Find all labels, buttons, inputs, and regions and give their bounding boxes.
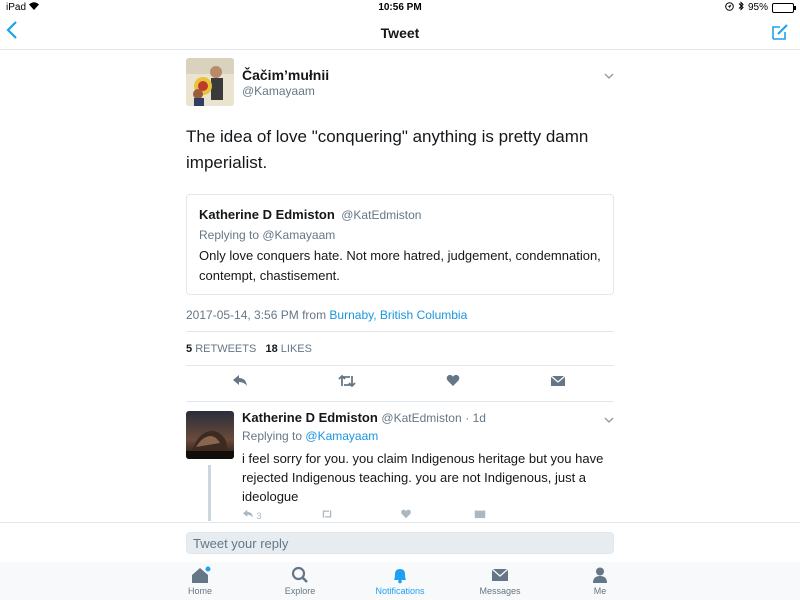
tab-label: Explore xyxy=(284,586,316,596)
compose-button[interactable] xyxy=(770,22,790,47)
person-icon xyxy=(593,567,607,583)
reply-button[interactable] xyxy=(232,374,248,393)
quoted-text: Only love conquers hate. Not more hatred… xyxy=(199,248,601,283)
reply-options-button[interactable] xyxy=(604,414,614,426)
chevron-down-icon xyxy=(604,417,614,423)
reply-author: Katherine D Edmiston @KatEdmiston · 1d xyxy=(242,410,486,425)
battery-icon xyxy=(772,2,796,13)
tweet-stats: 5 RETWEETS 18 LIKES xyxy=(186,343,312,355)
thread-line xyxy=(208,465,211,521)
status-time: 10:56 PM xyxy=(378,2,422,13)
status-bar: iPad 10:56 PM 95% xyxy=(0,0,800,16)
reply-icon xyxy=(233,375,247,386)
tweet-options-button[interactable] xyxy=(604,70,614,82)
battery-percent: 95% xyxy=(747,2,768,13)
reply-icon xyxy=(243,509,253,518)
retweet-icon xyxy=(322,510,332,518)
tab-label: Notifications xyxy=(375,586,425,596)
reply-input[interactable]: Tweet your reply xyxy=(186,532,614,554)
heart-icon xyxy=(446,374,460,386)
reply-avatar[interactable] xyxy=(186,411,234,459)
tweet-actions xyxy=(186,374,614,394)
divider xyxy=(186,401,614,402)
reply-age: · 1d xyxy=(465,411,486,425)
likes-stat[interactable]: 18 LIKES xyxy=(265,343,312,355)
tweet-location-link[interactable]: Burnaby, British Columbia xyxy=(329,308,467,322)
author-handle[interactable]: @Kamayaam xyxy=(242,84,315,98)
chevron-down-icon xyxy=(604,73,614,79)
avatar[interactable] xyxy=(186,58,234,106)
tab-notifications[interactable]: Notifications xyxy=(360,566,440,596)
tweet-timestamp: 2017-05-14, 3:56 PM from xyxy=(186,308,327,322)
reply-actions: 3 xyxy=(242,509,614,521)
bluetooth-icon xyxy=(738,1,744,14)
reply-reply-button[interactable]: 3 xyxy=(242,509,262,521)
tab-label: Home xyxy=(187,586,212,596)
search-icon xyxy=(291,566,308,583)
quoted-author-name: Katherine D Edmiston xyxy=(199,207,335,222)
bell-icon xyxy=(394,569,406,584)
quoted-author-handle: @KatEdmiston xyxy=(341,208,422,222)
envelope-icon xyxy=(474,510,486,519)
tab-label: Me xyxy=(593,586,607,596)
envelope-icon xyxy=(491,568,509,581)
compose-icon xyxy=(772,24,788,40)
tab-explore[interactable]: Explore xyxy=(260,566,340,596)
tab-label: Messages xyxy=(479,586,521,596)
tab-home[interactable]: Home xyxy=(160,566,240,596)
reply-like-button[interactable] xyxy=(400,509,412,521)
quoted-tweet[interactable]: Katherine D Edmiston @KatEdmiston Replyi… xyxy=(186,194,614,295)
location-icon xyxy=(725,1,734,14)
tab-messages[interactable]: Messages xyxy=(460,566,540,596)
direct-message-button[interactable] xyxy=(550,374,566,392)
replying-to-link[interactable]: @Kamayaam xyxy=(305,429,378,443)
divider xyxy=(186,365,614,366)
heart-icon xyxy=(401,509,411,519)
tweet-text: The idea of love "conquering" anything i… xyxy=(186,127,589,172)
envelope-icon xyxy=(550,375,566,386)
quoted-replying-to: Replying to @Kamayaam xyxy=(199,228,336,242)
reply-count: 3 xyxy=(256,511,262,521)
reply-author-handle[interactable]: @KatEdmiston xyxy=(381,411,461,425)
like-button[interactable] xyxy=(446,374,460,392)
reply-text: i feel sorry for you. you claim Indigeno… xyxy=(242,451,604,504)
retweet-icon xyxy=(338,374,356,388)
reply-message-button[interactable] xyxy=(474,509,486,521)
tab-me[interactable]: Me xyxy=(560,566,640,596)
retweet-button[interactable] xyxy=(338,374,356,393)
tweet-meta: 2017-05-14, 3:56 PM from Burnaby, Britis… xyxy=(186,308,467,322)
tab-bar: Home Explore Notifications Messages Me xyxy=(0,562,800,600)
divider xyxy=(186,331,614,332)
author-name[interactable]: Čačim’mułnii xyxy=(242,67,329,83)
nav-bar: Tweet xyxy=(0,16,800,50)
reply-author-name[interactable]: Katherine D Edmiston xyxy=(242,410,378,425)
reply-compose-bar: Tweet your reply xyxy=(0,522,800,562)
page-title: Tweet xyxy=(380,25,420,41)
status-right: 95% xyxy=(725,1,796,14)
reply-retweet-button[interactable] xyxy=(320,509,334,521)
retweets-stat[interactable]: 5 RETWEETS xyxy=(186,343,256,355)
home-icon xyxy=(192,566,211,583)
reply-replying-to: Replying to @Kamayaam xyxy=(242,429,379,443)
